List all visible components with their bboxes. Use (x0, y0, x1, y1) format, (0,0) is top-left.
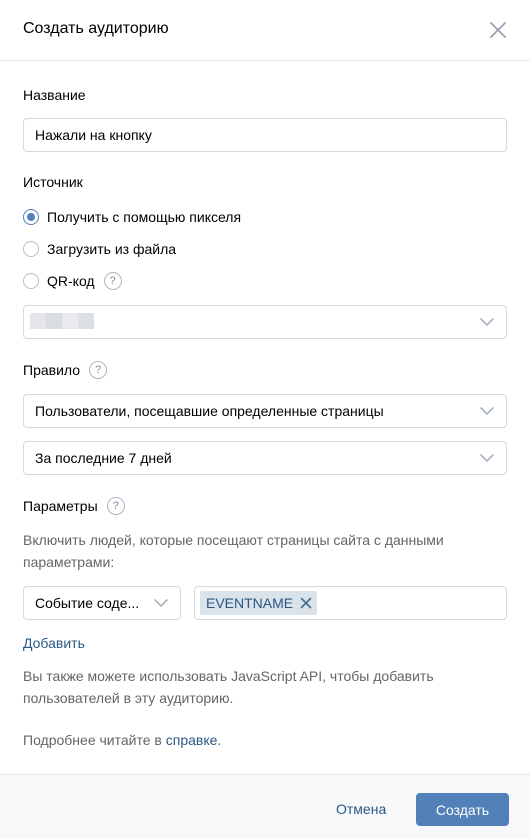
help-link[interactable]: справке (166, 732, 218, 748)
cancel-button[interactable]: Отмена (326, 793, 396, 825)
rule-label-row: Правило ? (23, 361, 108, 379)
more-info-suffix: . (217, 732, 222, 748)
params-label-row: Параметры ? (23, 497, 125, 515)
radio-circle (23, 273, 39, 289)
modal-footer: Отмена Создать (0, 774, 530, 838)
name-input[interactable] (23, 118, 507, 152)
rule-select-value: Пользователи, посещавшие определенные ст… (35, 403, 384, 419)
event-tag-label: EVENTNAME (206, 595, 294, 611)
params-hint: Включить людей, которые посещают страниц… (23, 532, 444, 570)
chevron-down-icon (480, 318, 494, 326)
event-select[interactable]: Событие соде... (23, 586, 181, 620)
close-icon (490, 22, 506, 38)
pixel-select[interactable] (23, 305, 507, 339)
event-tags-input[interactable]: EVENTNAME (194, 586, 507, 620)
radio-file-label: Загрузить из файла (47, 241, 177, 257)
api-info-text: Вы также можете использовать JavaScript … (23, 668, 434, 706)
add-param-link[interactable]: Добавить (23, 635, 85, 651)
create-audience-modal: Создать аудиторию Название Источник Полу… (0, 0, 530, 838)
modal-header: Создать аудиторию (0, 0, 530, 61)
chevron-down-icon (480, 407, 494, 415)
question-icon[interactable]: ? (89, 361, 108, 379)
radio-qr[interactable]: QR-код ? (23, 271, 122, 291)
radio-pixel[interactable]: Получить с помощью пикселя (23, 207, 241, 227)
radio-pixel-label: Получить с помощью пикселя (47, 209, 242, 225)
radio-circle-checked (23, 209, 39, 225)
period-select-value: За последние 7 дней (35, 450, 172, 466)
source-label: Источник (23, 174, 83, 190)
chevron-down-icon (480, 454, 494, 462)
chevron-down-icon (154, 599, 168, 607)
question-icon[interactable]: ? (106, 497, 125, 515)
event-tag: EVENTNAME (200, 591, 318, 615)
rule-label: Правило (23, 362, 81, 378)
more-info-text: Подробнее читайте в справке. (23, 729, 507, 751)
name-label: Название (23, 87, 86, 103)
radio-circle (23, 241, 39, 257)
modal-title: Создать аудиторию (23, 20, 169, 37)
more-info-prefix: Подробнее читайте в (23, 732, 166, 748)
close-button[interactable] (486, 18, 510, 42)
params-label: Параметры (23, 498, 98, 514)
radio-file[interactable]: Загрузить из файла (23, 239, 176, 259)
event-select-value: Событие соде... (35, 595, 140, 611)
question-icon[interactable]: ? (103, 272, 122, 290)
create-button[interactable]: Создать (416, 793, 509, 826)
radio-qr-label: QR-код (47, 273, 95, 289)
tag-remove-button[interactable] (299, 596, 313, 610)
rule-select[interactable]: Пользователи, посещавшие определенные ст… (23, 394, 507, 428)
blurred-pixel-name (30, 313, 94, 329)
close-icon (300, 597, 312, 609)
period-select[interactable]: За последние 7 дней (23, 441, 507, 475)
